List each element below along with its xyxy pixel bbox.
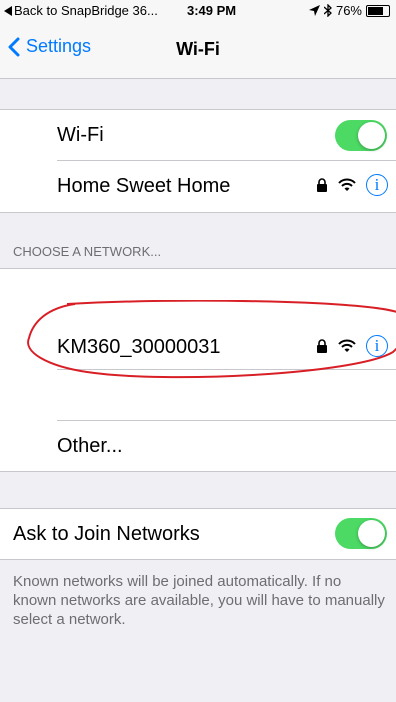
back-triangle-icon xyxy=(4,5,12,16)
network-indicators: i xyxy=(316,174,388,196)
navigation-bar: Settings Wi-Fi xyxy=(0,20,396,79)
wifi-toggle[interactable] xyxy=(335,120,387,151)
lock-icon xyxy=(317,339,327,353)
wifi-signal-icon xyxy=(338,178,356,191)
ask-to-join-row: Ask to Join Networks xyxy=(0,509,396,559)
lock-icon xyxy=(317,178,327,192)
bluetooth-icon xyxy=(323,4,332,17)
ask-to-join-toggle[interactable] xyxy=(335,518,387,549)
ask-to-join-label: Ask to Join Networks xyxy=(13,523,200,545)
info-icon[interactable]: i xyxy=(366,335,388,357)
wifi-group: Wi-Fi Home Sweet Home i xyxy=(0,109,396,213)
toggle-knob xyxy=(358,122,385,149)
battery-percent: 76% xyxy=(335,3,362,18)
toggle-knob xyxy=(358,520,385,547)
info-icon[interactable]: i xyxy=(366,174,388,196)
battery-icon xyxy=(366,4,390,17)
battery-level xyxy=(368,6,383,15)
wifi-toggle-row: Wi-Fi xyxy=(0,110,396,160)
network-row-km360[interactable]: KM360_30000031 i xyxy=(0,322,396,372)
wifi-label: Wi-Fi xyxy=(57,124,104,146)
back-to-app[interactable]: Back to SnapBridge 36... xyxy=(4,3,158,18)
status-time: 3:49 PM xyxy=(187,3,237,18)
wifi-signal-icon xyxy=(338,339,356,352)
back-to-app-label: Back to SnapBridge 36... xyxy=(14,3,158,18)
network-name: KM360_30000031 xyxy=(57,336,221,358)
other-network-row[interactable]: Other... xyxy=(0,421,396,471)
status-indicators: 76% xyxy=(308,3,390,18)
location-arrow-icon xyxy=(308,5,320,16)
connected-network-row[interactable]: Home Sweet Home i xyxy=(0,161,396,211)
divider xyxy=(57,369,396,370)
ask-to-join-footer: Known networks will be joined automatica… xyxy=(13,573,385,628)
choose-network-header: CHOOSE A NETWORK... xyxy=(13,244,162,259)
networks-group: KM360_30000031 i Other... xyxy=(0,268,396,472)
network-indicators: i xyxy=(316,335,388,357)
other-label: Other... xyxy=(57,435,123,457)
page-title: Wi-Fi xyxy=(176,39,220,59)
connected-network-name: Home Sweet Home xyxy=(57,175,231,197)
ask-to-join-group: Ask to Join Networks xyxy=(0,508,396,560)
status-bar: Back to SnapBridge 36... 3:49 PM 76% xyxy=(0,0,396,20)
